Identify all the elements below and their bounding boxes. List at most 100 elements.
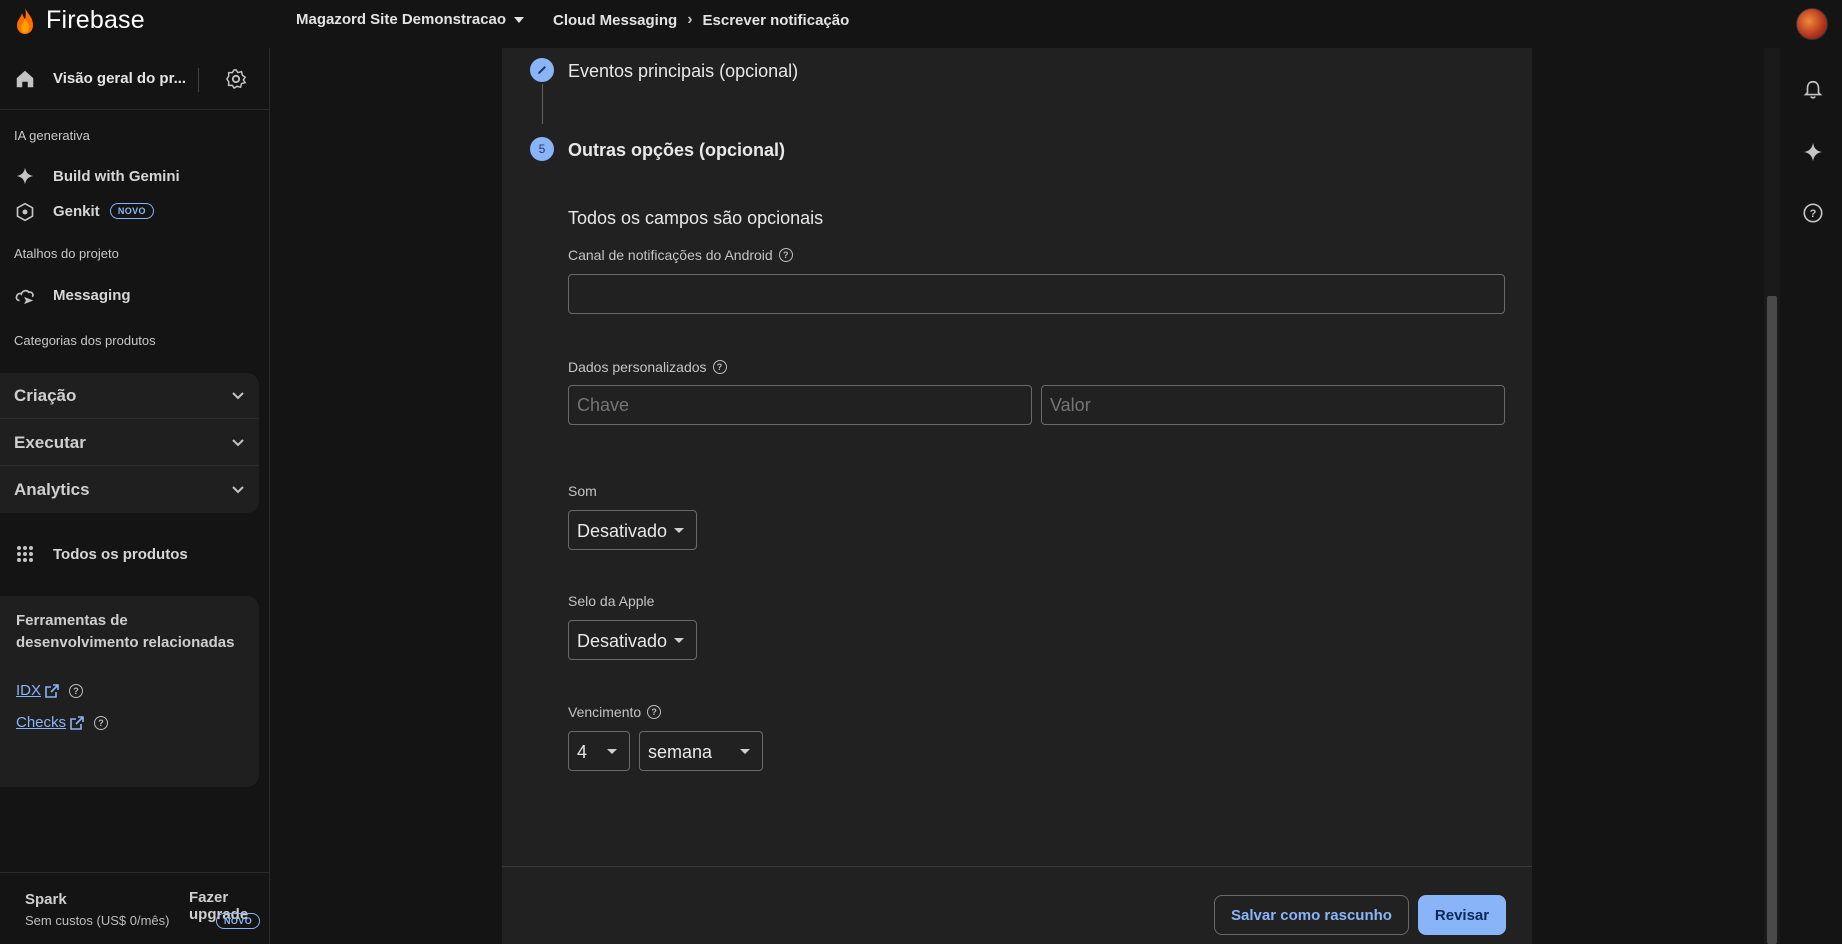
sound-select[interactable]: Desativado [568,510,697,550]
apple-badge-select-value: Desativado [577,631,668,651]
firebase-logo[interactable]: Firebase [14,6,145,35]
help-icon[interactable]: ? [69,683,84,698]
category-label: Criação [14,386,77,405]
external-link-icon [70,715,84,730]
section-label-ai: IA generativa [14,128,90,143]
sidebar-item-label: Build with Gemini [53,167,180,185]
project-overview-row[interactable]: Visão geral do pr... [0,48,270,110]
sound-label: Som [568,483,597,499]
sidebar-item-build-with-gemini[interactable]: Build with Gemini [0,160,260,192]
new-badge: NOVO [109,203,154,219]
help-icon[interactable]: ? [1800,200,1826,226]
project-name: Magazord Site Demonstracao [296,11,507,28]
save-draft-button[interactable]: Salvar como rascunho [1214,895,1409,935]
sidebar-item-label: Todos os produtos [53,545,188,563]
help-icon[interactable]: ? [94,715,109,730]
edit-step-icon[interactable] [530,58,554,82]
scrollbar-thumb[interactable] [1767,296,1777,944]
sidebar: Visão geral do pr... IA generativa Build… [0,48,270,944]
custom-data-label-text: Dados personalizados [568,359,707,375]
divider [198,68,199,92]
new-badge: NOVO [216,913,261,929]
dropdown-arrow-icon [674,638,684,643]
sidebar-item-label: Messaging [53,286,131,304]
right-rail: ? [1782,0,1842,944]
help-icon[interactable]: ? [778,248,793,262]
chevron-down-icon [232,392,244,400]
step-5-title[interactable]: Outras opções (opcional) [568,140,785,161]
chevron-right-icon: › [687,11,693,28]
section-label-categories: Categorias dos produtos [14,333,156,348]
breadcrumb: Cloud Messaging › Escrever notificação [553,11,849,29]
help-icon[interactable]: ? [712,360,727,374]
android-channel-label-text: Canal de notificações do Android [568,247,773,263]
dropdown-arrow-icon [674,528,684,533]
apple-badge-select[interactable]: Desativado [568,620,697,660]
billing-plan: Spark Sem custos (US$ 0/mês) Fazer upgra… [0,872,270,944]
project-overview-link[interactable]: Visão geral do pr... [53,70,186,87]
custom-data-value-input[interactable] [1041,385,1505,425]
sidebar-item-label: Genkit NOVO [53,203,154,221]
external-link-icon [45,683,59,698]
breadcrumb-compose: Escrever notificação [702,11,850,29]
sound-select-value: Desativado [577,521,668,541]
checks-link-label[interactable]: Checks [16,714,66,731]
custom-data-key-input[interactable] [568,385,1032,425]
firebase-flame-icon [17,7,33,34]
related-dev-tools: Ferramentas de desenvolvimento relaciona… [0,596,259,787]
sidebar-item-messaging[interactable]: Messaging [0,279,260,311]
expiration-unit-value: semana [648,742,713,762]
gemini-sparkle-icon[interactable] [1800,139,1826,165]
category-group: Criação Executar Analytics [0,373,259,513]
apple-badge-label: Selo da Apple [568,593,654,609]
gear-icon[interactable] [225,68,247,90]
android-channel-label: Canal de notificações do Android ? [568,247,793,263]
android-channel-input[interactable] [568,274,1505,314]
sparkle-icon [14,165,36,187]
help-icon[interactable]: ? [647,705,662,719]
avatar[interactable] [1796,8,1828,40]
expiration-label-text: Vencimento [568,704,642,720]
dropdown-arrow-icon [514,16,525,23]
genkit-icon [14,201,36,223]
chevron-down-icon [232,439,244,447]
scrollbar[interactable] [1764,48,1780,944]
plan-name: Spark [25,891,67,908]
expiration-unit-select[interactable]: semana [639,731,763,771]
idx-link-label[interactable]: IDX [16,682,41,699]
home-icon [16,70,34,88]
breadcrumb-cloud-messaging[interactable]: Cloud Messaging [553,12,677,29]
chevron-down-icon [232,486,244,494]
notifications-icon[interactable] [1800,77,1826,103]
apple-badge-label-text: Selo da Apple [568,593,655,609]
custom-data-label: Dados personalizados ? [568,359,727,375]
sidebar-item-all-products[interactable]: Todos os produtos [0,538,260,570]
step-4-title[interactable]: Eventos principais (opcional) [568,61,798,82]
form-footer: Salvar como rascunho Revisar [502,866,1532,944]
expiration-amount-value: 4 [577,742,588,762]
sound-label-text: Som [568,483,597,499]
expiration-amount-select[interactable]: 4 [568,731,630,771]
category-analytics[interactable]: Analytics [0,467,259,513]
tools-title: Ferramentas de desenvolvimento relaciona… [16,612,235,651]
category-label: Analytics [14,480,90,499]
dropdown-arrow-icon [607,749,617,754]
category-label: Executar [14,433,86,452]
section-subheading: Todos os campos são opcionais [568,208,824,228]
dropdown-arrow-icon [740,749,750,754]
expiration-label: Vencimento ? [568,704,662,720]
category-criacao[interactable]: Criação [0,373,259,419]
sidebar-item-genkit[interactable]: Genkit NOVO [0,196,260,228]
top-bar: Firebase Magazord Site Demonstracao Clou… [0,0,1782,40]
review-button[interactable]: Revisar [1418,895,1506,935]
checks-link[interactable]: Checks ? [16,714,109,731]
svg-text:?: ? [1810,208,1817,220]
section-label-shortcuts: Atalhos do projeto [14,246,119,261]
project-selector[interactable]: Magazord Site Demonstracao [296,11,526,28]
step-5-number: 5 [530,137,554,161]
grid-icon [14,543,36,565]
compose-form-card: Eventos principais (opcional) 5 Outras o… [502,48,1532,944]
brand-name: Firebase [46,6,145,34]
category-executar[interactable]: Executar [0,420,259,466]
idx-link[interactable]: IDX ? [16,682,84,699]
